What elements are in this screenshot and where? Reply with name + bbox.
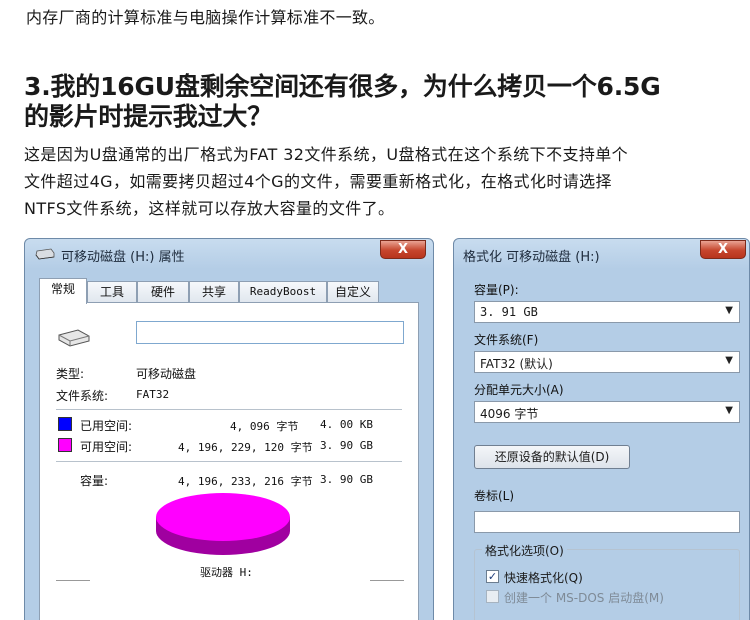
tab-tools[interactable]: 工具 [87,281,137,303]
capacity-size: 3. 90 GB [320,473,373,486]
format-options-title: 格式化选项(O) [482,542,567,559]
used-space-bytes: 4, 096 字节 [230,420,299,433]
filesystem-label: 文件系统: [56,389,109,403]
capacity-label: 容量: [80,474,109,488]
filesystem-select[interactable]: FAT32 (默认) ▼ [474,351,740,373]
capacity-select-value: 3. 91 GB [480,305,538,319]
filesystem-label: 文件系统(F) [474,333,539,347]
divider [56,580,90,581]
capacity-label: 容量(P): [474,283,519,297]
drive-name-input[interactable] [136,321,404,344]
quick-format-checkbox[interactable]: ✓ [486,570,499,583]
msdos-startup-checkbox[interactable] [486,590,499,603]
answer-paragraph: 这是因为U盘通常的出厂格式为FAT 32文件系统，U盘格式在这个系统下不支持单个… [24,141,750,222]
allocation-size-value: 4096 字节 [480,407,539,421]
answer-line-3: NTFS文件系统，这样就可以存放大容量的文件了。 [24,199,395,218]
answer-line-1: 这是因为U盘通常的出厂格式为FAT 32文件系统，U盘格式在这个系统下不支持单个 [24,145,629,164]
general-tab-panel: 类型: 可移动磁盘 文件系统: FAT32 已用空间: 4, 096 字节 4.… [39,302,419,620]
allocation-size-label: 分配单元大小(A) [474,383,564,397]
properties-titlebar: 可移动磁盘 (H:) 属性 X [25,239,433,269]
capacity-bytes: 4, 196, 233, 216 字节 [178,475,313,488]
free-space-swatch [58,438,72,452]
tab-readyboost[interactable]: ReadyBoost [239,281,327,303]
drive-properties-dialog: 可移动磁盘 (H:) 属性 X 常规 工具 硬件 共享 ReadyBoost 自… [24,238,434,620]
question-heading: 3.我的16GU盘剩余空间还有很多，为什么拷贝一个6.5G 的影片时提示我过大？ [24,72,734,132]
properties-tabs: 常规 工具 硬件 共享 ReadyBoost 自定义 [39,278,419,304]
tab-sharing[interactable]: 共享 [189,281,239,303]
used-space-size: 4. 00 KB [320,418,373,431]
divider [56,461,402,462]
free-space-label: 可用空间: [80,440,133,454]
free-space-size: 3. 90 GB [320,439,373,452]
heading-line-2: 的影片时提示我过大？ [24,102,273,131]
divider [56,409,402,410]
properties-title: 可移动磁盘 (H:) 属性 [61,250,185,265]
drive-letter-label: 驱动器 H: [200,566,253,579]
tab-hardware[interactable]: 硬件 [137,281,189,303]
msdos-startup-label: 创建一个 MS-DOS 启动盘(M) [504,591,664,605]
volume-label-label: 卷标(L) [474,489,515,503]
properties-close-button[interactable]: X [380,240,426,259]
tab-customize[interactable]: 自定义 [327,281,379,303]
free-space-slice [156,493,290,541]
usb-drive-icon [58,329,90,347]
quick-format-label: 快速格式化(Q) [504,571,583,585]
dropdown-arrow-icon: ▼ [725,355,733,366]
capacity-select[interactable]: 3. 91 GB ▼ [474,301,740,323]
used-space-label: 已用空间: [80,419,133,433]
format-close-button[interactable]: X [700,240,746,259]
volume-label-input[interactable] [474,511,740,533]
type-value: 可移动磁盘 [136,367,197,381]
filesystem-value: FAT32 [136,388,170,401]
intro-sentence: 内存厂商的计算标准与电脑操作计算标准不一致。 [26,8,385,27]
format-dialog: 格式化 可移动磁盘 (H:) X 容量(P): 3. 91 GB ▼ 文件系统(… [453,238,750,620]
restore-defaults-button[interactable]: 还原设备的默认值(D) [474,445,630,469]
dropdown-arrow-icon: ▼ [725,305,733,316]
allocation-size-select[interactable]: 4096 字节 ▼ [474,401,740,423]
divider [370,580,404,581]
removable-drive-icon [35,248,55,260]
disk-usage-pie [156,493,290,555]
type-label: 类型: [56,367,85,381]
filesystem-select-value: FAT32 (默认) [480,357,553,371]
tab-general[interactable]: 常规 [39,278,87,304]
dropdown-arrow-icon: ▼ [725,405,733,416]
used-space-swatch [58,417,72,431]
answer-line-2: 文件超过4G，如需要拷贝超过4个G的文件，需要重新格式化，在格式化时请选择 [24,172,612,191]
format-titlebar: 格式化 可移动磁盘 (H:) X [454,239,749,269]
format-title: 格式化 可移动磁盘 (H:) [463,250,600,265]
free-space-bytes: 4, 196, 229, 120 字节 [178,441,313,454]
heading-line-1: 3.我的16GU盘剩余空间还有很多，为什么拷贝一个6.5G [24,72,661,101]
